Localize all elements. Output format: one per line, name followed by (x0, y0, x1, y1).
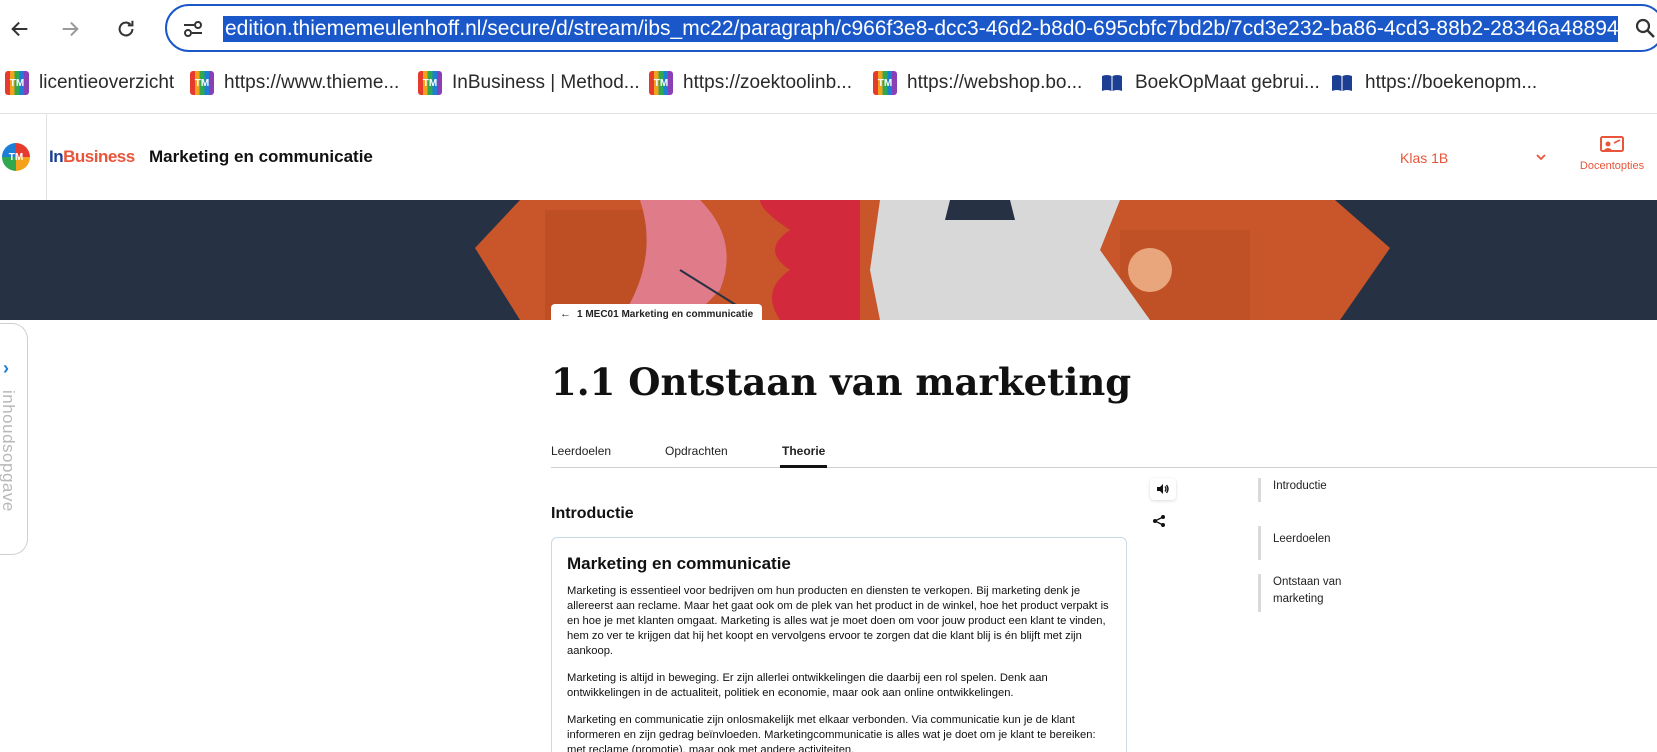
card-title: Marketing en communicatie (567, 554, 791, 573)
content-card: Marketing en communicatie Marketing is e… (551, 537, 1127, 752)
chapter-banner (0, 200, 1657, 320)
teacher-board-icon (1600, 136, 1624, 152)
bookmark-item[interactable]: TM https://www.thieme... (190, 70, 399, 96)
arrow-right-icon (62, 21, 79, 37)
brand-in: In (49, 147, 64, 166)
active-tab-indicator (780, 465, 827, 468)
read-aloud-button[interactable] (1150, 478, 1176, 500)
tm-icon: TM (873, 71, 897, 95)
tm-icon: TM (5, 71, 29, 95)
chevron-right-icon[interactable]: › (3, 358, 9, 379)
tm-icon: TM (649, 71, 673, 95)
back-button[interactable] (4, 13, 36, 45)
app-header: TM InBusiness Marketing en communicatie … (0, 114, 1657, 200)
bookmark-label: https://webshop.bo... (907, 72, 1083, 93)
tab-leerdoelen[interactable]: Leerdoelen (551, 444, 611, 458)
forward-button[interactable] (54, 13, 86, 45)
bookmark-item[interactable]: https://boekenopm... (1331, 70, 1537, 96)
toc-side-label[interactable]: inhoudsopgave (0, 390, 18, 512)
section-heading: Introductie (551, 505, 634, 522)
header-separator (46, 114, 47, 200)
bookmark-label: https://www.thieme... (224, 72, 400, 93)
bookmark-label: InBusiness | Method... (452, 72, 640, 93)
inbusiness-logo[interactable]: InBusiness (49, 147, 135, 167)
bookmark-label: https://zoektoolinb... (683, 72, 852, 93)
address-bar[interactable]: edition.thiememeulenhoff.nl/secure/d/str… (165, 4, 1657, 52)
arrow-left-icon (11, 21, 28, 37)
back-chip-label: 1 MEC01 Marketing en communicatie (577, 308, 754, 320)
search-icon[interactable] (1633, 16, 1657, 40)
toc-item-leerdoelen[interactable]: Leerdoelen (1258, 526, 1368, 560)
book-icon (1102, 75, 1122, 91)
book-icon (1332, 75, 1352, 91)
tab-theorie[interactable]: Theorie (782, 444, 825, 458)
tm-logo[interactable]: TM (2, 143, 30, 171)
bookmark-label: https://boekenopm... (1365, 72, 1538, 93)
share-icon (1153, 515, 1165, 527)
card-paragraph: Marketing is essentieel voor bedrijven o… (567, 585, 1109, 657)
docentopties-button[interactable]: Docentopties (1572, 136, 1652, 172)
card-paragraph: Marketing en communicatie zijn onlosmake… (567, 714, 1096, 752)
toc-item-ontstaan-van-marketing[interactable]: Ontstaan van marketing (1258, 574, 1368, 612)
klas-select[interactable]: Klas 1B (1400, 150, 1448, 166)
browser-toolbar: edition.thiememeulenhoff.nl/secure/d/str… (0, 0, 1657, 58)
tab-opdrachten[interactable]: Opdrachten (665, 444, 728, 458)
bookmark-label: BoekOpMaat gebrui... (1135, 72, 1320, 93)
banner-illustration (475, 200, 1390, 320)
docentopties-label: Docentopties (1579, 160, 1645, 172)
tabs-divider (551, 467, 1657, 468)
tm-icon: TM (190, 71, 214, 95)
bookmark-label: licentieoverzicht (39, 72, 175, 93)
url-text[interactable]: edition.thiememeulenhoff.nl/secure/d/str… (223, 16, 1618, 42)
tm-icon: TM (418, 71, 442, 95)
arrow-left-icon: ← (560, 308, 571, 320)
reload-icon (118, 20, 134, 37)
chevron-down-icon[interactable] (1535, 152, 1547, 162)
course-title: Marketing en communicatie (149, 147, 373, 166)
page-title: 1.1 Ontstaan van marketing (551, 360, 1132, 404)
bookmarks-bar: TM licentieoverzicht TM https://www.thieme… (0, 62, 1657, 106)
reload-button[interactable] (110, 13, 142, 45)
bookmark-item[interactable]: BoekOpMaat gebrui... (1101, 70, 1320, 96)
back-to-chapter-link[interactable]: ← 1 MEC01 Marketing en communicatie (551, 304, 763, 324)
toc-item-introductie[interactable]: Introductie (1258, 478, 1368, 502)
bookmark-item[interactable]: TM InBusiness | Method... (418, 70, 640, 96)
brand-business: Business (63, 147, 135, 166)
card-paragraph: Marketing is altijd in beweging. Er zijn… (567, 672, 1048, 699)
bookmark-item[interactable]: TM licentieoverzicht (5, 70, 174, 96)
site-settings-icon[interactable] (181, 17, 205, 41)
bookmark-item[interactable]: TM https://zoektoolinb... (649, 70, 852, 96)
speaker-icon (1157, 484, 1169, 494)
bookmark-item[interactable]: TM https://webshop.bo... (873, 70, 1082, 96)
share-button[interactable] (1152, 514, 1166, 533)
